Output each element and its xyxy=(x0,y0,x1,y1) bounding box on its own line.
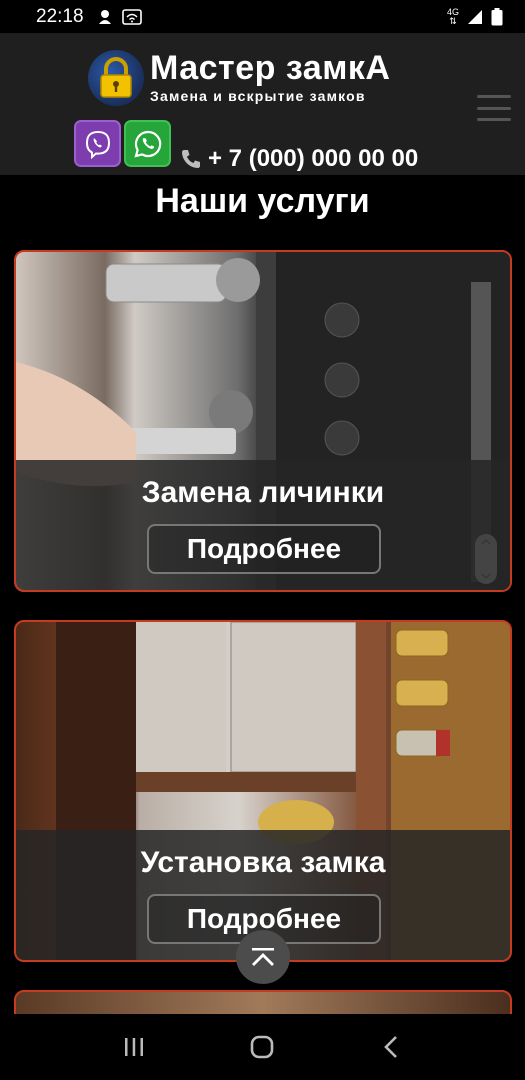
card-title: Установка замка xyxy=(140,846,386,879)
recents-button[interactable] xyxy=(114,1027,154,1067)
status-bar: 22:18 4G ⇅ xyxy=(0,0,525,33)
phone-number[interactable]: + 7 (000) 000 00 00 xyxy=(208,145,418,173)
service-card-lock-install[interactable]: Установка замка Подробнее xyxy=(14,620,512,962)
back-button[interactable] xyxy=(371,1027,411,1067)
signal-icon xyxy=(468,9,482,24)
system-nav-bar xyxy=(0,1014,525,1080)
brand-subtitle: Замена и вскрытие замков xyxy=(150,88,366,104)
back-icon xyxy=(383,1036,397,1058)
wifi-icon xyxy=(121,8,142,25)
more-button[interactable]: Подробнее xyxy=(147,524,381,574)
whatsapp-icon xyxy=(133,130,161,158)
home-icon xyxy=(251,1035,274,1059)
chevron-up-icon xyxy=(252,948,274,966)
home-button[interactable] xyxy=(242,1027,282,1067)
hamburger-menu-icon[interactable] xyxy=(477,95,511,121)
whatsapp-button[interactable] xyxy=(124,120,171,167)
viber-button[interactable] xyxy=(74,120,121,167)
recents-icon xyxy=(125,1038,144,1056)
phone-link[interactable]: + 7 (000) 000 00 00 xyxy=(180,145,418,173)
card-title: Замена личинки xyxy=(141,476,385,509)
back-to-top-button[interactable] xyxy=(236,930,290,984)
viber-icon xyxy=(85,130,110,159)
site-header: Мастер замкА Замена и вскрытие замков + … xyxy=(0,33,525,175)
status-icons-right: 4G ⇅ xyxy=(446,6,503,26)
service-card-lock-cylinder[interactable]: Замена личинки Подробнее xyxy=(14,250,512,592)
card-caption: Замена личинки Подробнее xyxy=(16,460,510,590)
network-type: 4G ⇅ xyxy=(446,6,459,26)
page-title: Наши услуги xyxy=(155,182,370,220)
phone-icon xyxy=(182,150,200,168)
status-icons-left xyxy=(96,8,142,26)
status-time: 22:18 xyxy=(36,5,84,27)
battery-icon xyxy=(491,7,503,25)
notification-icon xyxy=(98,9,111,24)
brand-title[interactable]: Мастер замкА xyxy=(150,49,390,88)
padlock-logo-icon[interactable] xyxy=(88,50,144,106)
